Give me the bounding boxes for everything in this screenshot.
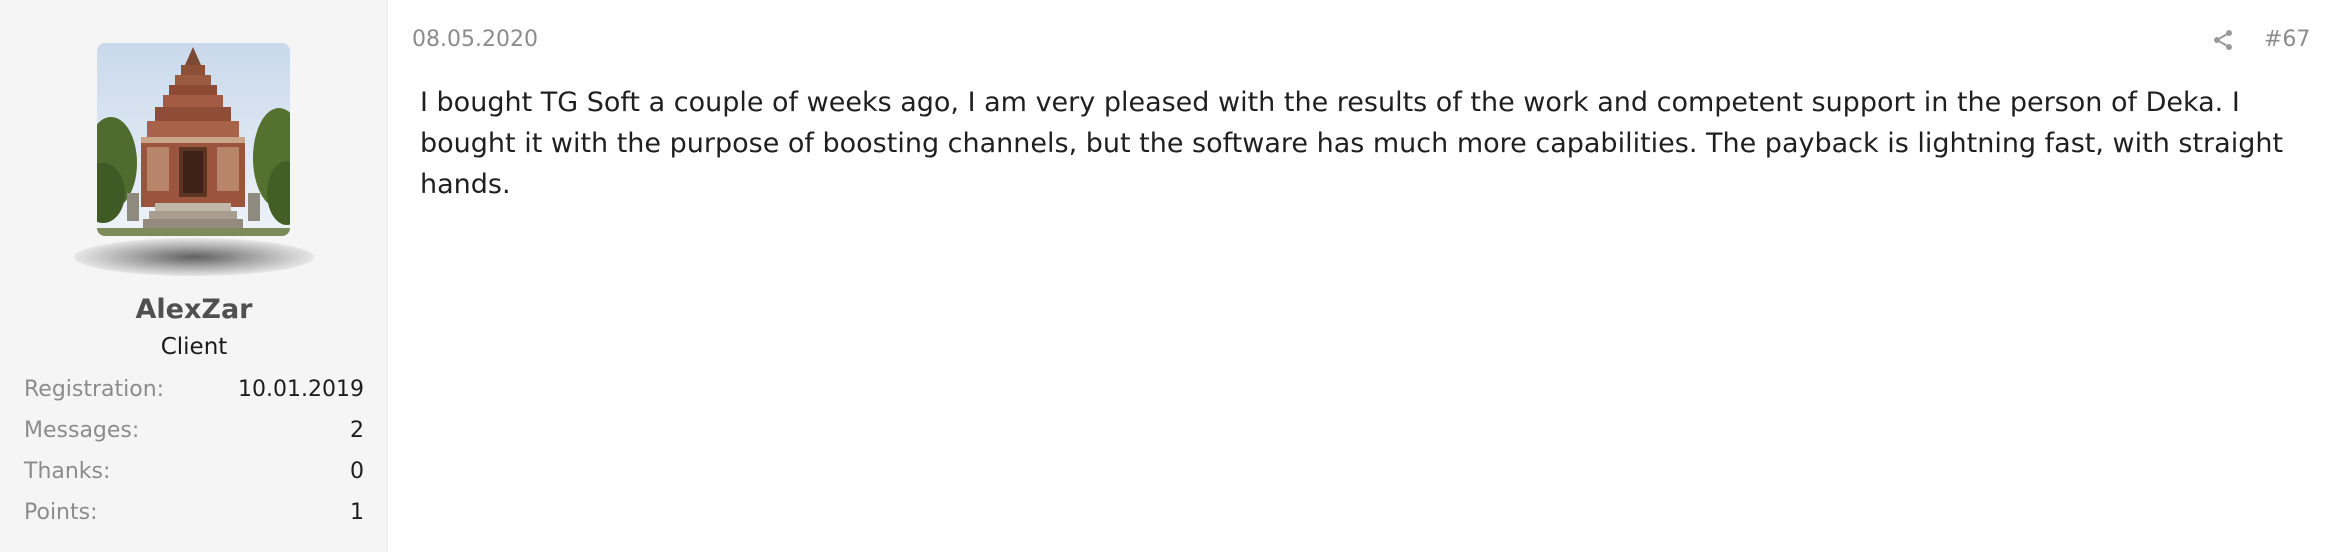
stat-row-thanks: Thanks: 0 xyxy=(24,451,364,492)
stat-value: 10.01.2019 xyxy=(238,377,364,402)
post-date-link[interactable]: 08.05.2020 xyxy=(412,27,538,52)
stat-label: Thanks: xyxy=(24,459,111,484)
avatar-shadow xyxy=(74,238,314,276)
user-stats: Registration: 10.01.2019 Messages: 2 Tha… xyxy=(24,369,364,533)
stat-label: Registration: xyxy=(24,377,165,402)
avatar-image xyxy=(97,43,290,236)
stat-row-points: Points: 1 xyxy=(24,492,364,533)
user-avatar[interactable] xyxy=(97,43,290,236)
username-link[interactable]: AlexZar xyxy=(0,294,388,325)
user-panel: AlexZar Client Registration: 10.01.2019 … xyxy=(0,0,388,552)
stat-value: 1 xyxy=(350,500,364,525)
stat-value: 0 xyxy=(350,459,364,484)
post-body: I bought TG Soft a couple of weeks ago, … xyxy=(420,87,2284,200)
forum-post: AlexZar Client Registration: 10.01.2019 … xyxy=(0,0,2330,552)
stat-row-registration: Registration: 10.01.2019 xyxy=(24,369,364,410)
stat-value: 2 xyxy=(350,418,364,443)
user-title: Client xyxy=(160,334,228,360)
stat-row-messages: Messages: 2 xyxy=(24,410,364,451)
share-icon-graphic xyxy=(2214,30,2232,50)
stat-label: Points: xyxy=(24,500,98,525)
stat-label: Messages: xyxy=(24,418,140,443)
post-number-link[interactable]: #67 xyxy=(2264,27,2310,52)
message-main: 08.05.2020 #67 I bought TG Soft a couple… xyxy=(388,0,2330,552)
share-icon[interactable] xyxy=(2211,28,2235,52)
